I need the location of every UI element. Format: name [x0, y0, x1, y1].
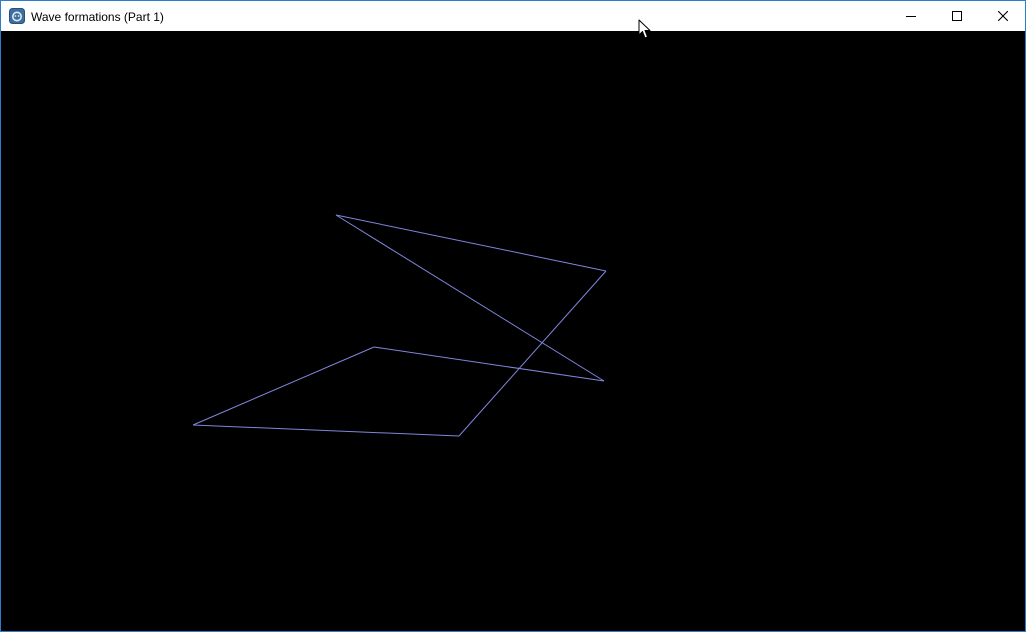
close-button[interactable]: [980, 1, 1025, 31]
close-icon: [998, 11, 1008, 21]
wave-segment: [335, 214, 607, 272]
render-viewport[interactable]: [1, 31, 1025, 631]
wave-segment: [192, 346, 375, 426]
minimize-icon: [906, 16, 916, 17]
wave-wireframe: [192, 214, 607, 437]
wave-segment: [335, 214, 605, 382]
title-bar[interactable]: Wave formations (Part 1): [1, 1, 1025, 31]
app-window: Wave formations (Part 1): [0, 0, 1026, 632]
wave-segment: [373, 346, 605, 382]
maximize-icon: [952, 11, 962, 21]
wave-segment: [192, 424, 460, 437]
window-title: Wave formations (Part 1): [31, 10, 164, 24]
wave-segment: [458, 270, 607, 437]
app-icon[interactable]: [9, 8, 25, 24]
minimize-button[interactable]: [888, 1, 934, 31]
maximize-button[interactable]: [934, 1, 980, 31]
arrow-cursor-icon: [638, 19, 651, 39]
